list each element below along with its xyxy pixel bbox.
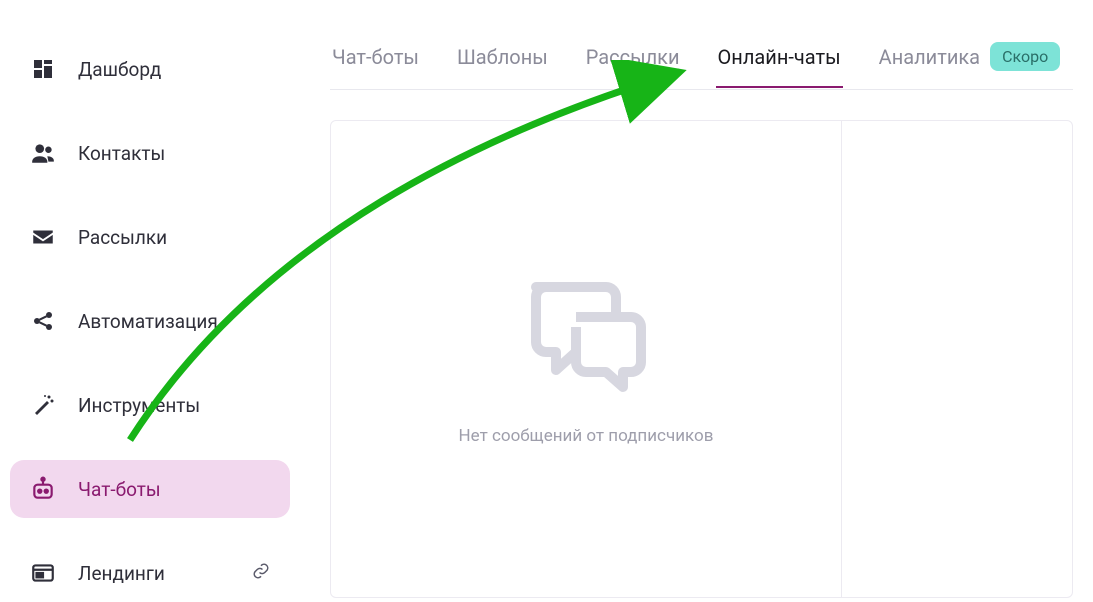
tab-online-chats[interactable]: Онлайн-чаты bbox=[716, 33, 843, 87]
tab-templates[interactable]: Шаблоны bbox=[455, 33, 550, 87]
tab-chatbots[interactable]: Чат-боты bbox=[330, 33, 421, 87]
sidebar-item-contacts[interactable]: Контакты bbox=[10, 124, 290, 182]
link-icon bbox=[252, 562, 270, 584]
content: Нет сообщений от подписчиков bbox=[330, 120, 1073, 598]
soon-badge: Скоро bbox=[990, 42, 1060, 71]
empty-state: Нет сообщений от подписчиков bbox=[331, 121, 842, 597]
magic-wand-icon bbox=[30, 392, 56, 418]
sidebar-item-mailings[interactable]: Рассылки bbox=[10, 208, 290, 266]
sidebar-item-label: Автоматизация bbox=[78, 310, 218, 333]
sidebar-item-automation[interactable]: Автоматизация bbox=[10, 292, 290, 350]
sidebar-item-label: Чат-боты bbox=[78, 478, 161, 501]
people-icon bbox=[30, 140, 56, 166]
tab-label: Шаблоны bbox=[457, 45, 548, 69]
webpage-icon bbox=[30, 560, 56, 586]
main: Чат-боты Шаблоны Рассылки Онлайн-чаты Ан… bbox=[300, 0, 1093, 598]
sidebar: Дашборд Контакты Рассылки Автоматизация bbox=[0, 0, 300, 598]
sidebar-item-chatbots[interactable]: Чат-боты bbox=[10, 460, 290, 518]
empty-message: Нет сообщений от подписчиков bbox=[459, 426, 714, 446]
tab-label: Чат-боты bbox=[332, 45, 419, 69]
sidebar-item-label: Рассылки bbox=[78, 226, 167, 249]
tab-label: Онлайн-чаты bbox=[718, 45, 841, 69]
tab-mailings[interactable]: Рассылки bbox=[584, 33, 682, 87]
sidebar-item-label: Дашборд bbox=[78, 58, 161, 81]
sidebar-item-tools[interactable]: Инструменты bbox=[10, 376, 290, 434]
tab-label: Аналитика bbox=[879, 45, 980, 69]
dashboard-icon bbox=[30, 56, 56, 82]
sidebar-item-dashboard[interactable]: Дашборд bbox=[10, 40, 290, 98]
share-nodes-icon bbox=[30, 308, 56, 334]
sidebar-item-landings[interactable]: Лендинги bbox=[10, 544, 290, 602]
tab-analytics[interactable]: Аналитика Скоро bbox=[877, 30, 1063, 89]
sidebar-item-label: Лендинги bbox=[78, 562, 165, 585]
envelope-icon bbox=[30, 224, 56, 250]
content-right-pane bbox=[842, 121, 1072, 597]
sidebar-item-label: Контакты bbox=[78, 142, 165, 165]
tab-label: Рассылки bbox=[586, 45, 680, 69]
sidebar-item-label: Инструменты bbox=[78, 394, 200, 417]
chat-bubbles-icon bbox=[521, 272, 651, 396]
tabs: Чат-боты Шаблоны Рассылки Онлайн-чаты Ан… bbox=[330, 30, 1073, 90]
robot-icon bbox=[30, 476, 56, 502]
